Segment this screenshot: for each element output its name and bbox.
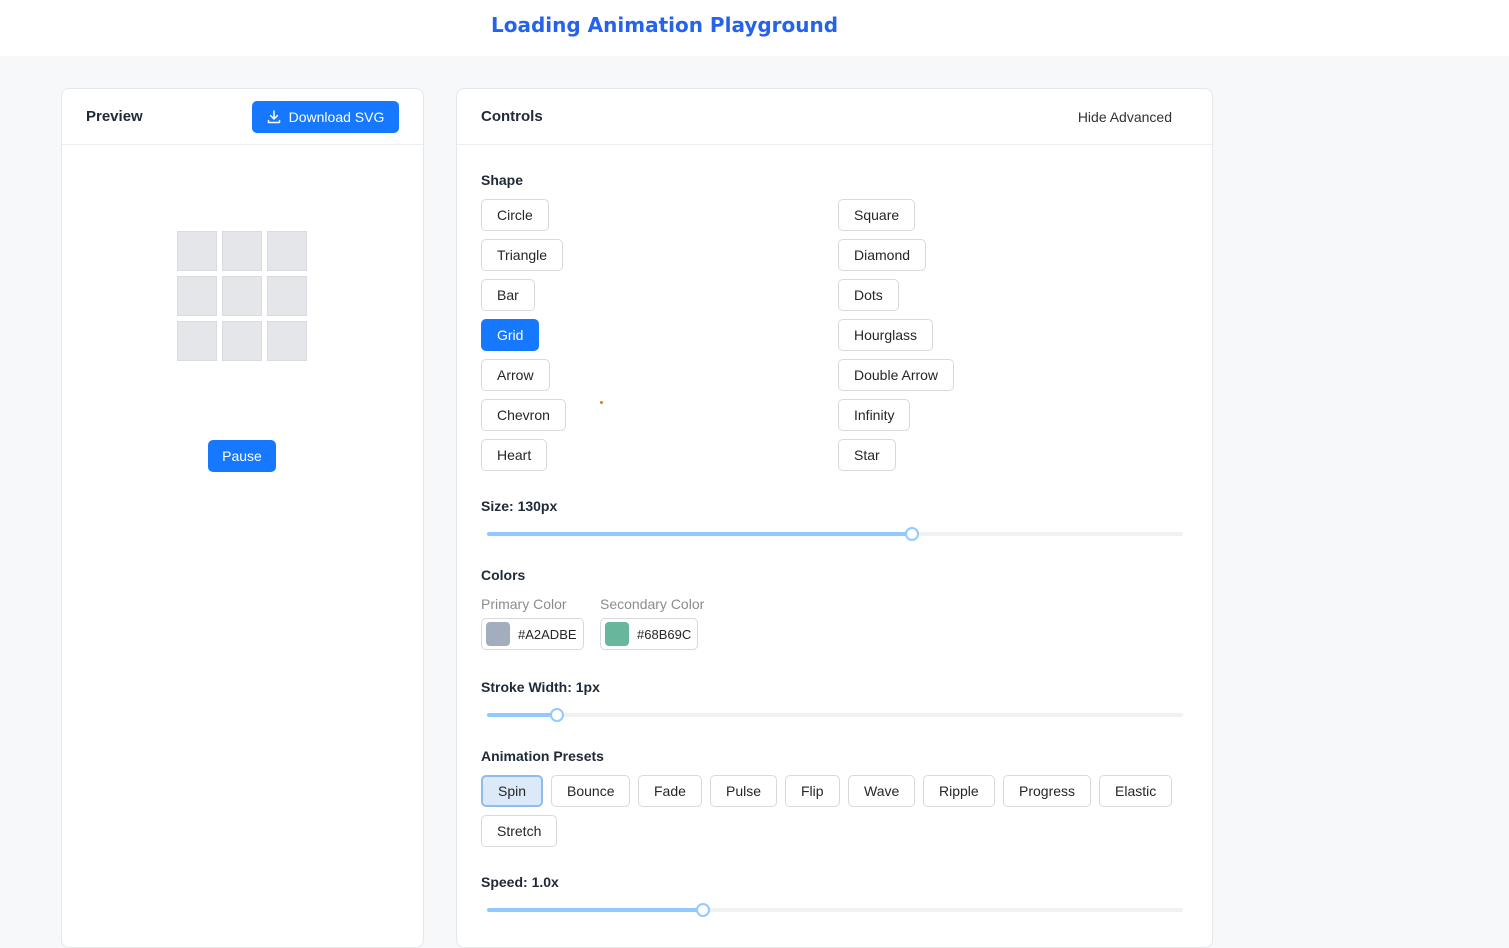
app-title: Loading Animation Playground [491, 13, 839, 37]
size-label: Size: 130px [481, 498, 558, 514]
preset-option-spin[interactable]: Spin [481, 775, 544, 807]
primary-color-value: #A2ADBE [518, 626, 577, 642]
stroke-slider-fill [487, 713, 557, 717]
grid-cell [177, 276, 217, 316]
primary-color-label: Primary Color [481, 596, 567, 612]
speed-label: Speed: 1.0x [481, 874, 559, 890]
shape-label: Shape [481, 172, 524, 188]
preset-option-flip[interactable]: Flip [785, 775, 840, 807]
grid-cell [222, 321, 262, 361]
shape-option-bar[interactable]: Bar [481, 279, 535, 311]
shape-option-hourglass[interactable]: Hourglass [838, 319, 934, 351]
shape-option-double-arrow[interactable]: Double Arrow [838, 359, 955, 391]
primary-color-swatch [486, 622, 510, 646]
shape-option-grid[interactable]: Grid [481, 319, 540, 351]
pause-button[interactable]: Pause [208, 440, 276, 472]
grid-cell [267, 231, 307, 271]
size-slider[interactable] [487, 527, 1183, 541]
grid-cell [222, 276, 262, 316]
grid-cell [267, 321, 307, 361]
preview-header: Preview Download SVG [62, 89, 423, 145]
shape-option-diamond[interactable]: Diamond [838, 239, 927, 271]
shape-option-dots[interactable]: Dots [838, 279, 899, 311]
preset-option-wave[interactable]: Wave [848, 775, 916, 807]
preview-title: Preview [86, 108, 143, 125]
shape-option-triangle[interactable]: Triangle [481, 239, 564, 271]
shape-option-circle[interactable]: Circle [481, 199, 549, 231]
grid-cell [177, 321, 217, 361]
secondary-color-value: #68B69C [637, 626, 692, 642]
preset-option-bounce[interactable]: Bounce [551, 775, 631, 807]
preset-option-elastic[interactable]: Elastic [1099, 775, 1173, 807]
stray-dot [600, 401, 603, 404]
secondary-color-label: Secondary Color [600, 596, 705, 612]
preset-option-fade[interactable]: Fade [638, 775, 702, 807]
download-svg-label: Download SVG [288, 109, 385, 125]
grid-cell [267, 276, 307, 316]
loader-grid-preview [177, 231, 308, 362]
shape-option-square[interactable]: Square [838, 199, 916, 231]
controls-card: Controls Hide Advanced Shape Circle Trian… [456, 88, 1213, 948]
grid-cell [222, 231, 262, 271]
top-bar: Loading Animation Playground [0, 0, 1509, 56]
colors-label: Colors [481, 567, 526, 583]
size-slider-fill [487, 532, 913, 536]
shape-option-heart[interactable]: Heart [481, 439, 548, 471]
controls-title: Controls [481, 108, 543, 125]
shape-option-chevron[interactable]: Chevron [481, 399, 566, 431]
stroke-slider-handle[interactable] [549, 708, 564, 722]
stroke-width-label: Stroke Width: 1px [481, 679, 600, 695]
stroke-width-slider[interactable] [487, 708, 1183, 722]
controls-header: Controls Hide Advanced [457, 89, 1212, 145]
preset-option-pulse[interactable]: Pulse [710, 775, 778, 807]
preset-option-ripple[interactable]: Ripple [923, 775, 995, 807]
secondary-color-swatch [605, 622, 629, 646]
primary-color-picker[interactable]: #A2ADBE [481, 618, 584, 650]
preset-option-progress[interactable]: Progress [1003, 775, 1092, 807]
secondary-color-picker[interactable]: #68B69C [600, 618, 699, 650]
size-slider-handle[interactable] [905, 527, 920, 541]
download-svg-button[interactable]: Download SVG [252, 101, 399, 133]
speed-slider[interactable] [487, 903, 1183, 917]
grid-cell [177, 231, 217, 271]
animation-presets-label: Animation Presets [481, 748, 604, 764]
speed-slider-handle[interactable] [695, 903, 710, 917]
download-icon [267, 110, 280, 124]
preview-card: Preview Download SVG Pause [61, 88, 424, 948]
shape-option-star[interactable]: Star [838, 439, 896, 471]
hide-advanced-button[interactable]: Hide Advanced [1078, 109, 1172, 125]
speed-slider-fill [487, 908, 703, 912]
shape-option-arrow[interactable]: Arrow [481, 359, 550, 391]
preset-option-stretch[interactable]: Stretch [481, 815, 558, 847]
shape-option-infinity[interactable]: Infinity [838, 399, 911, 431]
